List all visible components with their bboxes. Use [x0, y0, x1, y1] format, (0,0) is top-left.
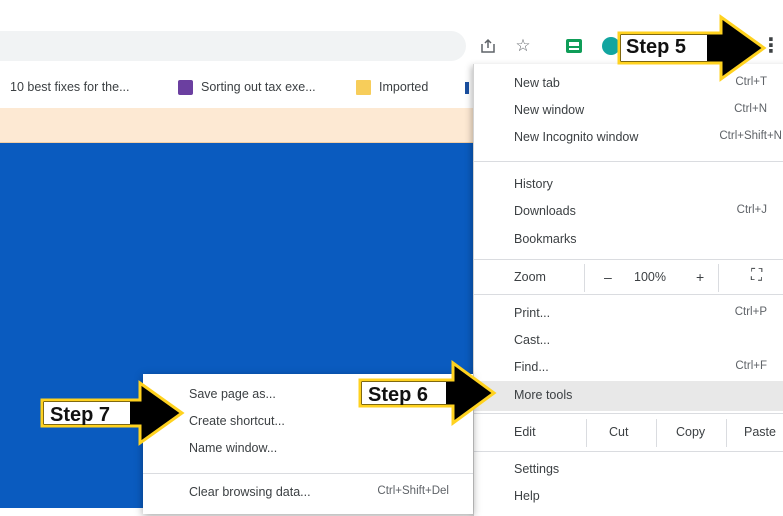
- bookmark-item[interactable]: 10 best fixes for the...: [10, 66, 130, 108]
- menu-item-cast[interactable]: Cast...: [474, 327, 783, 355]
- menu-item-help[interactable]: Help: [474, 483, 783, 511]
- menu-divider: [474, 413, 783, 414]
- purple-logo-icon: [178, 79, 193, 95]
- star-icon[interactable]: ☆: [511, 34, 535, 58]
- bookmark-item[interactable]: Sorting out tax exe...: [178, 66, 316, 108]
- step5-label: Step 5: [626, 36, 687, 58]
- menu-item-downloads[interactable]: Downloads Ctrl+J: [474, 198, 783, 226]
- zoom-divider: [584, 264, 585, 292]
- zoom-divider: [718, 264, 719, 292]
- bookmark-label: 10 best fixes for the...: [10, 80, 130, 94]
- bookmark-label: Imported: [379, 80, 429, 94]
- menu-item-zoom: Zoom – 100% + ⛶: [474, 264, 783, 292]
- zoom-out-button[interactable]: –: [604, 269, 612, 285]
- zoom-level: 100%: [634, 270, 666, 284]
- menu-item-print[interactable]: Print... Ctrl+P: [474, 300, 783, 328]
- share-icon[interactable]: [476, 34, 500, 58]
- step7-label: Step 7: [50, 404, 111, 426]
- edit-divider: [726, 419, 727, 447]
- chrome-main-menu: New tab Ctrl+T New window Ctrl+N New Inc…: [473, 64, 783, 516]
- menu-item-new-window[interactable]: New window Ctrl+N: [474, 97, 783, 125]
- menu-divider: [474, 259, 783, 260]
- cut-button[interactable]: Cut: [609, 425, 628, 439]
- menu-item-settings[interactable]: Settings: [474, 456, 783, 484]
- menu-divider: [474, 294, 783, 295]
- submenu-item-name-window[interactable]: Name window...: [143, 436, 473, 462]
- step6-label: Step 6: [368, 384, 429, 406]
- menu-item-new-incognito[interactable]: New Incognito window Ctrl+Shift+N: [474, 124, 783, 152]
- folder-icon: [356, 79, 371, 95]
- paste-button[interactable]: Paste: [744, 425, 776, 439]
- copy-button[interactable]: Copy: [676, 425, 705, 439]
- bookmark-label: Sorting out tax exe...: [201, 80, 316, 94]
- menu-item-more-tools[interactable]: More tools: [474, 381, 783, 411]
- submenu-divider: [143, 473, 473, 474]
- bookmark-item[interactable]: Imported: [356, 66, 428, 108]
- menu-item-edit: Edit Cut Copy Paste: [474, 419, 783, 447]
- edit-divider: [586, 419, 587, 447]
- address-bar[interactable]: [0, 31, 466, 61]
- bookmark-overflow-icon: [465, 82, 469, 94]
- zoom-in-button[interactable]: +: [696, 269, 704, 285]
- menu-divider: [474, 451, 783, 452]
- submenu-item-clear-browsing[interactable]: Clear browsing data... Ctrl+Shift+Del: [143, 480, 473, 506]
- menu-item-history[interactable]: History: [474, 171, 783, 199]
- fullscreen-icon[interactable]: ⛶: [751, 267, 762, 285]
- menu-divider: [474, 161, 783, 162]
- menu-item-bookmarks[interactable]: Bookmarks: [474, 226, 783, 254]
- edit-divider: [656, 419, 657, 447]
- green-extension-icon[interactable]: [562, 34, 586, 58]
- menu-item-find[interactable]: Find... Ctrl+F: [474, 354, 783, 382]
